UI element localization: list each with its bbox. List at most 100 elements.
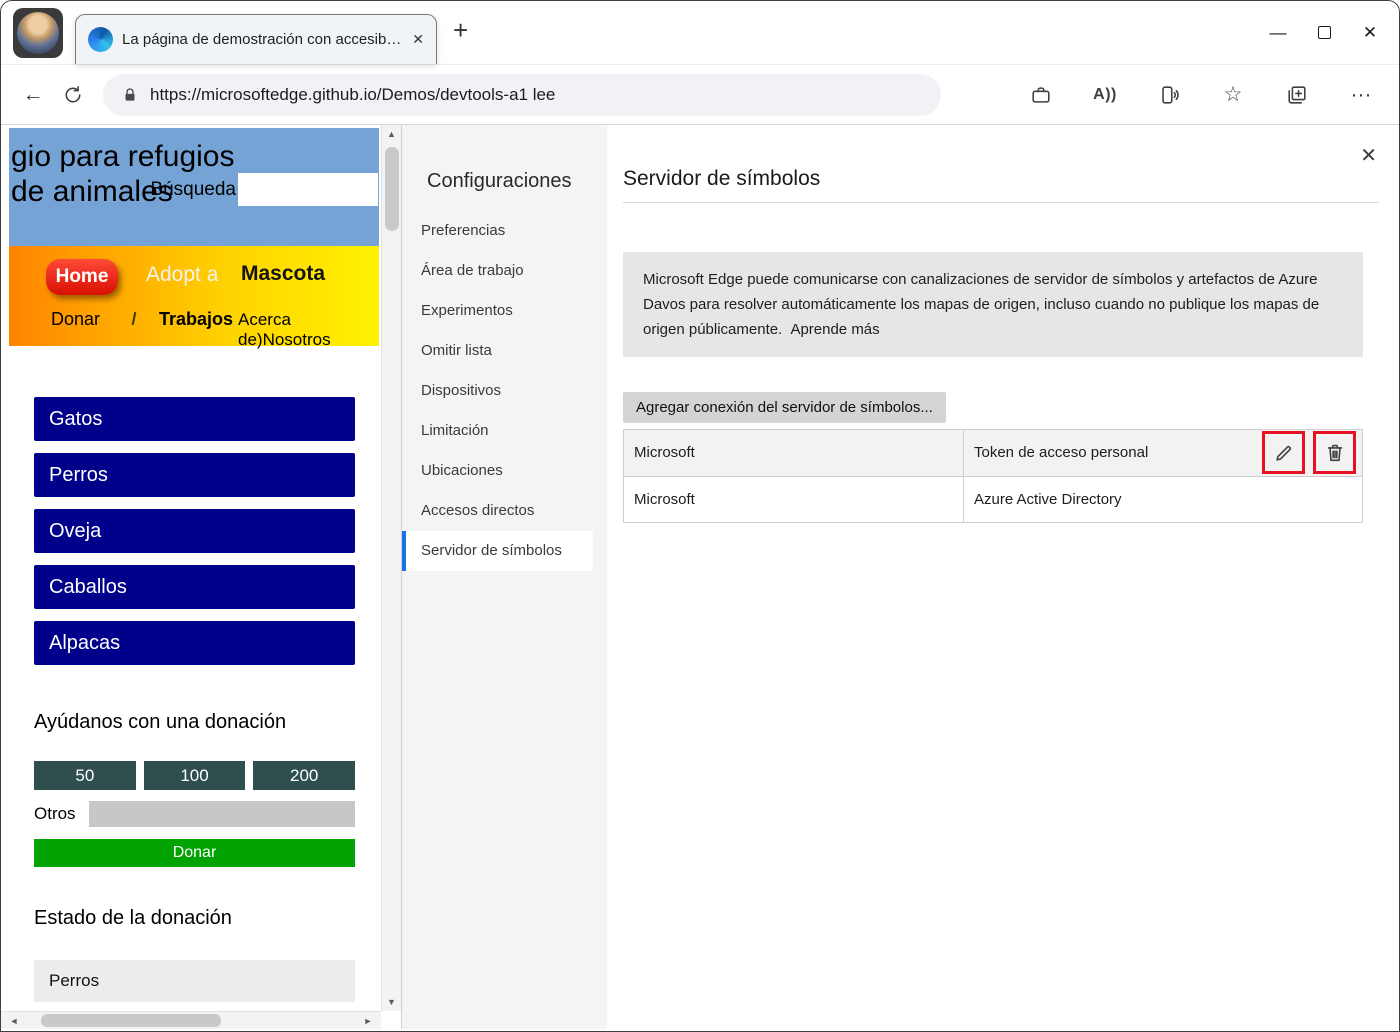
minimize-button[interactable]: — [1255, 1, 1301, 64]
vertical-scrollbar[interactable]: ▲ ▼ [381, 125, 401, 1011]
avatar-image [17, 12, 59, 54]
scroll-right-arrow[interactable]: ► [355, 1016, 381, 1026]
category-button-oveja[interactable]: Oveja [34, 509, 355, 553]
other-amount-input[interactable] [89, 801, 355, 827]
work-profile-button[interactable] [1025, 79, 1057, 111]
read-aloud-icon: A)) [1093, 86, 1117, 104]
browser-titlebar: La página de demostración con accesibili… [1, 1, 1399, 65]
menu-item-servidor-de-simbolos[interactable]: Servidor de símbolos [402, 531, 593, 571]
close-window-button[interactable]: ✕ [1347, 1, 1393, 64]
demo-page-body: gio para refugios de animales Búsqueda H… [9, 128, 379, 1002]
edit-pencil-icon [1273, 442, 1295, 464]
url-text[interactable]: https://microsoftedge.github.io/Demos/de… [150, 85, 555, 105]
edit-connection-button[interactable] [1262, 431, 1305, 474]
donation-status-item: Perros [34, 960, 355, 1002]
settings-more-button[interactable]: ··· [1345, 79, 1377, 111]
page-header: gio para refugios de animales Búsqueda [9, 128, 379, 246]
search-row: Búsqueda [150, 173, 378, 206]
demo-page: gio para refugios de animales Búsqueda H… [1, 125, 401, 1029]
menu-item-dispositivos[interactable]: Dispositivos [402, 371, 593, 411]
auth-cell: Token de acceso personal [964, 430, 1362, 476]
nav-mascota-link[interactable]: Mascota [241, 262, 325, 286]
category-button-alpacas[interactable]: Alpacas [34, 621, 355, 665]
nav-separator-mark [132, 312, 137, 325]
new-tab-button[interactable]: + [453, 15, 468, 46]
browser-tab[interactable]: La página de demostración con accesibili… [75, 14, 437, 64]
device-audio-button[interactable] [1153, 79, 1185, 111]
lock-icon [121, 86, 139, 104]
menu-item-limitacion[interactable]: Limitación [402, 411, 593, 451]
horizontal-scrollbar[interactable]: ◄ ► [1, 1011, 381, 1029]
search-label: Búsqueda [150, 179, 236, 201]
amount-button-50[interactable]: 50 [34, 761, 136, 790]
donation-amounts: 50 100 200 [34, 761, 355, 790]
maximize-icon [1318, 26, 1331, 39]
window-content: gio para refugios de animales Búsqueda H… [1, 125, 1399, 1029]
nav-donar-link[interactable]: Donar [51, 309, 100, 330]
collections-button[interactable] [1281, 79, 1313, 111]
menu-item-area-de-trabajo[interactable]: Área de trabajo [402, 251, 593, 291]
nav-home-button[interactable]: Home [46, 259, 118, 295]
read-aloud-button[interactable]: A)) [1089, 79, 1121, 111]
delete-connection-button[interactable] [1313, 431, 1356, 474]
description-text: Microsoft Edge puede comunicarse con can… [643, 271, 1319, 338]
favorites-button[interactable]: ☆ [1217, 79, 1249, 111]
scroll-up-arrow[interactable]: ▲ [382, 125, 401, 143]
scroll-down-arrow[interactable]: ▼ [382, 993, 401, 1011]
menu-item-preferencias[interactable]: Preferencias [402, 211, 593, 251]
refresh-button[interactable] [53, 75, 93, 115]
briefcase-icon [1030, 84, 1052, 106]
category-list: Gatos Perros Oveja Caballos Alpacas [34, 397, 355, 665]
category-button-perros[interactable]: Perros [34, 453, 355, 497]
menu-item-ubicaciones[interactable]: Ubicaciones [402, 451, 593, 491]
symbol-server-table: Microsoft Token de acceso personal [623, 429, 1363, 523]
auth-cell: Azure Active Directory [964, 477, 1362, 522]
donate-button[interactable]: Donar [34, 839, 355, 867]
other-amount-label: Otros [34, 804, 89, 824]
back-button[interactable]: ← [13, 75, 53, 115]
maximize-button[interactable] [1301, 1, 1347, 64]
nav-trabajos-link[interactable]: Trabajos [159, 309, 233, 330]
panel-divider [623, 202, 1379, 203]
browser-navbar: ← https://microsoftedge.github.io/Demos/… [1, 65, 1399, 125]
search-input[interactable] [238, 173, 378, 206]
amount-button-200[interactable]: 200 [253, 761, 355, 790]
tab-close-icon[interactable]: ✕ [412, 31, 424, 48]
refresh-icon [62, 84, 84, 106]
symbol-server-description: Microsoft Edge puede comunicarse con can… [623, 252, 1363, 357]
horizontal-scrollbar-thumb[interactable] [41, 1014, 221, 1027]
menu-item-omitir-lista[interactable]: Omitir lista [402, 331, 593, 371]
settings-menu-title: Configuraciones [427, 170, 607, 193]
settings-menu: Configuraciones Preferencias Área de tra… [402, 125, 607, 1029]
address-bar[interactable]: https://microsoftedge.github.io/Demos/de… [103, 74, 941, 116]
provider-cell: Microsoft [624, 430, 964, 476]
category-button-gatos[interactable]: Gatos [34, 397, 355, 441]
auth-text: Token de acceso personal [974, 444, 1148, 461]
symbol-server-panel: ✕ Servidor de símbolos Microsoft Edge pu… [607, 125, 1399, 1029]
trash-icon [1324, 442, 1346, 464]
settings-close-icon[interactable]: ✕ [1360, 143, 1377, 168]
table-row: Microsoft Azure Active Directory [624, 476, 1362, 522]
nav-acerca-link[interactable]: Acerca de)Nosotros [238, 310, 379, 350]
auth-text: Azure Active Directory [974, 491, 1122, 508]
provider-cell: Microsoft [624, 477, 964, 522]
toolbar-icons: A)) ☆ ··· [1025, 79, 1377, 111]
panel-title: Servidor de símbolos [623, 125, 1379, 191]
amount-button-100[interactable]: 100 [144, 761, 246, 790]
add-symbol-server-button[interactable]: Agregar conexión del servidor de símbolo… [623, 392, 946, 423]
page-title-line1: gio para refugios [11, 139, 234, 174]
nav-adopt-link[interactable]: Adopt a [146, 263, 218, 287]
menu-item-accesos-directos[interactable]: Accesos directos [402, 491, 593, 531]
vertical-scrollbar-thumb[interactable] [385, 147, 399, 231]
browser-window: La página de demostración con accesibili… [0, 0, 1400, 1032]
favorites-star-icon: ☆ [1224, 82, 1243, 107]
other-amount-row: Otros [34, 801, 355, 827]
tab-title: La página de demostración con accesibili… [122, 31, 403, 48]
collections-icon [1286, 84, 1308, 106]
learn-more-link[interactable]: Aprende más [790, 321, 879, 338]
profile-avatar-button[interactable] [13, 8, 63, 58]
menu-item-experimentos[interactable]: Experimentos [402, 291, 593, 331]
category-button-caballos[interactable]: Caballos [34, 565, 355, 609]
device-audio-icon [1158, 84, 1180, 106]
scroll-left-arrow[interactable]: ◄ [1, 1016, 27, 1026]
